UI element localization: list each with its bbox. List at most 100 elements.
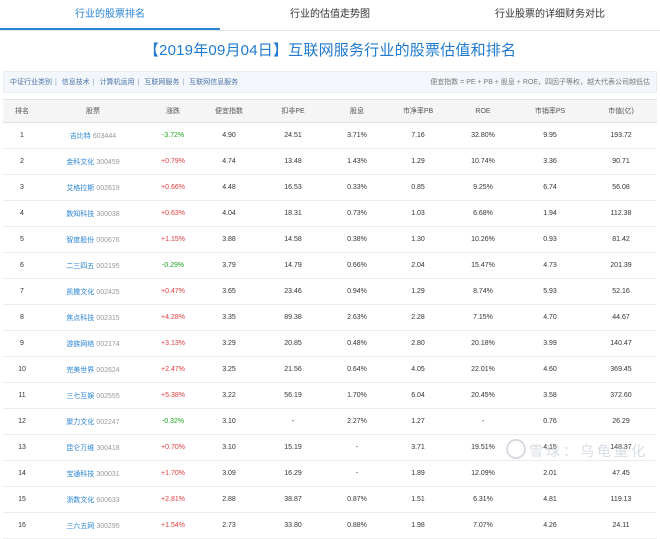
breadcrumb-internet-service[interactable]: 互联网服务 (144, 79, 179, 86)
col-header-stock[interactable]: 股票 (41, 99, 145, 123)
stock-name-link[interactable]: 昆仑万维 (66, 445, 94, 452)
stock-code: 002174 (96, 340, 120, 348)
stock-code: 300295 (96, 522, 120, 530)
market-cap-cell: 24.11 (585, 512, 657, 539)
roe-cell: 8.74% (451, 278, 515, 305)
page-title: 【2019年09月04日】互联网服务行业的股票估值和排名 (143, 42, 517, 59)
breadcrumb-industry-category[interactable]: 中证行业类别 (10, 79, 52, 86)
stock-name-link[interactable]: 三七互娱 (66, 393, 94, 400)
stock-code: 002247 (96, 418, 120, 426)
dividend-cell: 2.27% (329, 408, 385, 435)
stock-name-link[interactable]: 三六五网 (66, 523, 94, 530)
stock-code: 600633 (96, 496, 120, 504)
table-row[interactable]: 6 二三四五 002195 -0.29% 3.79 14.79 0.66% 2.04 15.47… (3, 252, 657, 279)
pe-cell: 56.19 (257, 382, 329, 409)
cheap-index-cell: 2.73 (201, 512, 257, 539)
stock-code: 002619 (96, 184, 120, 192)
table-row[interactable]: 12 聚力文化 002247 -0.32% 3.10-2.27% 1.27-0.76 26.… (3, 408, 657, 435)
roe-cell: 7.07% (451, 512, 515, 539)
col-header-ps[interactable]: 市销率PS (515, 99, 585, 123)
cheap-index-cell: 4.48 (201, 174, 257, 201)
ps-cell: 6.74 (515, 174, 585, 201)
breadcrumb-info-tech[interactable]: 信息技术 (62, 79, 90, 86)
stock-name-link[interactable]: 艾格拉斯 (66, 185, 94, 192)
table-row[interactable]: 10 完美世界 002624 +2.47% 3.25 21.56 0.64% 4.05 22.0… (3, 356, 657, 383)
stock-name-link[interactable]: 完美世界 (66, 367, 94, 374)
rank-cell: 4 (3, 200, 41, 227)
stock-name-link[interactable]: 聚力文化 (66, 419, 94, 426)
table-row[interactable]: 3 艾格拉斯 002619 +0.66% 4.48 16.53 0.33% 0.85 9.25%… (3, 174, 657, 201)
change-cell: +1.70% (145, 460, 201, 487)
cheap-index-cell: 3.29 (201, 330, 257, 357)
table-row[interactable]: 15 浙数文化 600633 +2.81% 2.88 38.87 0.87% 1.51 6.31… (3, 486, 657, 513)
dividend-cell: 1.43% (329, 148, 385, 175)
pb-cell: 2.28 (385, 304, 451, 331)
tab-stock-ranking[interactable]: 行业的股票排名 (0, 0, 220, 30)
stock-name-link[interactable]: 宝通科技 (66, 471, 94, 478)
breadcrumb-internet-info-service[interactable]: 互联网信息服务 (189, 79, 238, 86)
tab-financial-compare[interactable]: 行业股票的详细财务对比 (440, 0, 660, 30)
pb-cell: 1.98 (385, 512, 451, 539)
roe-cell: 12.09% (451, 460, 515, 487)
col-header-market-cap[interactable]: 市值(亿) (585, 99, 657, 123)
pe-cell: 23.46 (257, 278, 329, 305)
tab-valuation-trend[interactable]: 行业的估值走势图 (220, 0, 440, 30)
table-row[interactable]: 11 三七互娱 002555 +5.38% 3.22 56.19 1.70% 6.04 20.4… (3, 382, 657, 409)
stock-cell: 艾格拉斯 002619 (41, 174, 145, 201)
table-row[interactable]: 1 吉比特 603444 -3.72% 4.90 24.51 3.71% 7.16 32.80%… (3, 122, 657, 149)
breadcrumb-computer-apps[interactable]: 计算机运用 (100, 79, 135, 86)
ps-cell: 3.99 (515, 330, 585, 357)
col-header-dividend[interactable]: 股息 (329, 99, 385, 123)
stock-cell: 三六五网 300295 (41, 512, 145, 539)
dividend-cell: 0.88% (329, 512, 385, 539)
stock-name-link[interactable]: 焦点科技 (66, 315, 94, 322)
market-cap-cell: 90.71 (585, 148, 657, 175)
col-header-cheap-index[interactable]: 便宜指数 (201, 99, 257, 123)
market-cap-cell: 193.72 (585, 122, 657, 149)
stock-name-link[interactable]: 浙数文化 (66, 497, 94, 504)
stock-name-link[interactable]: 凯撒文化 (66, 289, 94, 296)
change-cell: +0.47% (145, 278, 201, 305)
pe-cell: 16.29 (257, 460, 329, 487)
change-cell: +0.70% (145, 434, 201, 461)
table-row[interactable]: 2 金科文化 300459 +0.79% 4.74 13.48 1.43% 1.29 10.74… (3, 148, 657, 175)
table-row[interactable]: 4 数知科技 300038 +0.63% 4.04 18.31 0.73% 1.03 6.68%… (3, 200, 657, 227)
pb-cell: 3.71 (385, 434, 451, 461)
stock-name-link[interactable]: 吉比特 (70, 133, 91, 140)
pb-cell: 1.30 (385, 226, 451, 253)
rank-cell: 11 (3, 382, 41, 409)
market-cap-cell: 26.29 (585, 408, 657, 435)
stock-name-link[interactable]: 二三四五 (66, 263, 94, 270)
rank-cell: 6 (3, 252, 41, 279)
table-row[interactable]: 8 焦点科技 002315 +4.28% 3.35 89.38 2.63% 2.28 7.15%… (3, 304, 657, 331)
stock-name-link[interactable]: 游族网络 (66, 341, 94, 348)
ps-cell: 3.36 (515, 148, 585, 175)
cheap-index-cell: 2.88 (201, 486, 257, 513)
stock-name-link[interactable]: 金科文化 (66, 159, 94, 166)
cheap-index-cell: 3.65 (201, 278, 257, 305)
ps-cell: 4.70 (515, 304, 585, 331)
pe-cell: - (257, 408, 329, 435)
col-header-roe[interactable]: ROE (451, 99, 515, 123)
pe-cell: 89.38 (257, 304, 329, 331)
table-row[interactable]: 16 三六五网 300295 +1.54% 2.73 33.80 0.88% 1.98 7.07… (3, 512, 657, 539)
rank-cell: 16 (3, 512, 41, 539)
col-header-pe[interactable]: 扣非PE (257, 99, 329, 123)
col-header-change[interactable]: 涨跌 (145, 99, 201, 123)
table-row[interactable]: 7 凯撒文化 002425 +0.47% 3.65 23.46 0.94% 1.29 8.74%… (3, 278, 657, 305)
pe-cell: 33.80 (257, 512, 329, 539)
stock-name-link[interactable]: 数知科技 (66, 211, 94, 218)
pb-cell: 6.04 (385, 382, 451, 409)
pb-cell: 1.29 (385, 278, 451, 305)
table-row[interactable]: 5 智度股份 000676 +1.15% 3.88 14.58 0.38% 1.30 10.26… (3, 226, 657, 253)
rank-cell: 13 (3, 434, 41, 461)
table-row[interactable]: 9 游族网络 002174 +3.13% 3.29 20.85 0.48% 2.80 20.18… (3, 330, 657, 357)
stock-name-link[interactable]: 智度股份 (66, 237, 94, 244)
market-cap-cell: 52.16 (585, 278, 657, 305)
change-cell: -0.29% (145, 252, 201, 279)
col-header-rank[interactable]: 排名 (3, 99, 41, 123)
change-cell: +0.63% (145, 200, 201, 227)
market-cap-cell: 112.38 (585, 200, 657, 227)
table-row[interactable]: 14 宝通科技 300031 +1.70% 3.09 16.29-1.89 12.09% 2.… (3, 460, 657, 487)
col-header-pb[interactable]: 市净率PB (385, 99, 451, 123)
